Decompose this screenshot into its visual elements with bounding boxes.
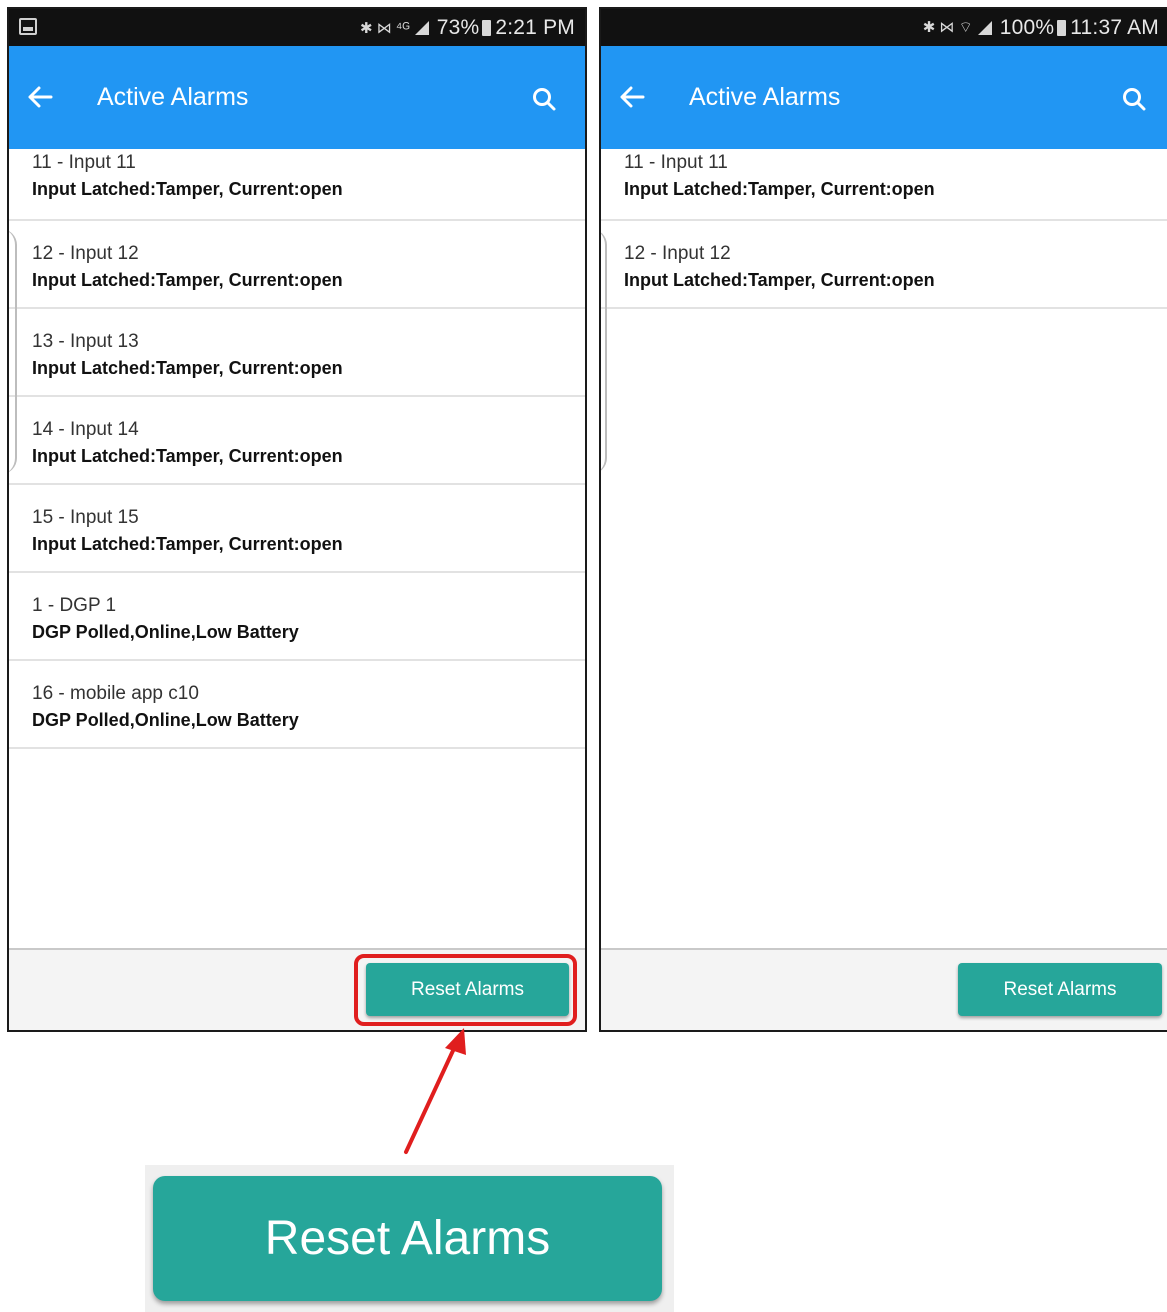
connectivity-icons: ✱ ⋈ ⌔ — [922, 19, 973, 36]
highlight-box — [354, 954, 577, 1026]
reset-alarms-button[interactable]: Reset Alarms — [958, 963, 1162, 1016]
alarm-name: 11 - Input 11 — [32, 152, 136, 173]
alarm-list-item[interactable]: 12 - Input 12 Input Latched:Tamper, Curr… — [9, 221, 585, 309]
signal-icon — [414, 20, 429, 35]
alarm-list-item[interactable]: 11 - Input 11 Input Latched:Tamper, Curr… — [9, 149, 585, 221]
battery-icon — [482, 19, 492, 36]
status-time: 11:37 AM — [1070, 15, 1159, 39]
left-phone-screen: ✱ ⋈ ⁴ᴳ 73% 2:21 PM Active Alarms 11 - In… — [7, 7, 587, 1032]
battery-percent: 100% — [999, 15, 1055, 39]
search-icon[interactable] — [1121, 86, 1147, 112]
alarm-detail: Input Latched:Tamper, Current:open — [32, 358, 343, 378]
alarm-detail: DGP Polled,Online,Low Battery — [32, 622, 299, 642]
zoomed-reset-alarms-button: Reset Alarms — [153, 1176, 662, 1301]
battery-percent: 73% — [436, 15, 480, 39]
edge-decoration — [9, 229, 17, 474]
alarm-list-item[interactable]: 14 - Input 14 Input Latched:Tamper, Curr… — [9, 397, 585, 485]
alarm-name: 15 - Input 15 — [32, 507, 139, 528]
alarm-name: 12 - Input 12 — [32, 243, 139, 264]
alarm-list-item[interactable]: 15 - Input 15 Input Latched:Tamper, Curr… — [9, 485, 585, 573]
alarm-detail: Input Latched:Tamper, Current:open — [32, 270, 343, 290]
alarm-name: 14 - Input 14 — [32, 419, 139, 440]
search-icon[interactable] — [531, 86, 557, 112]
alarm-list: 11 - Input 11 Input Latched:Tamper, Curr… — [601, 149, 1167, 309]
status-bar: ✱ ⋈ ⁴ᴳ 73% 2:21 PM — [9, 9, 585, 46]
alarm-name: 12 - Input 12 — [624, 243, 731, 264]
status-icons: ✱ ⋈ ⌔ — [923, 18, 992, 37]
alarm-name: 1 - DGP 1 — [32, 595, 117, 616]
page-title: Active Alarms — [689, 83, 841, 111]
callout-arrow-icon — [404, 1028, 466, 1154]
alarm-detail: Input Latched:Tamper, Current:open — [624, 270, 935, 290]
bottom-action-bar: Reset Alarms — [601, 948, 1167, 1030]
alarm-name: 16 - mobile app c10 — [32, 683, 199, 704]
alarm-name: 13 - Input 13 — [32, 331, 139, 352]
alarm-list-item[interactable]: 12 - Input 12 Input Latched:Tamper, Curr… — [601, 221, 1167, 309]
alarm-list-item[interactable]: 16 - mobile app c10 DGP Polled,Online,Lo… — [9, 661, 585, 749]
alarm-detail: Input Latched:Tamper, Current:open — [32, 179, 343, 199]
alarm-detail: Input Latched:Tamper, Current:open — [32, 446, 343, 466]
status-icons: ✱ ⋈ ⁴ᴳ — [360, 19, 429, 37]
alarm-list-item[interactable]: 11 - Input 11 Input Latched:Tamper, Curr… — [601, 149, 1167, 221]
alarm-name: 11 - Input 11 — [624, 152, 728, 173]
back-arrow-icon[interactable] — [617, 82, 647, 112]
alarm-detail: DGP Polled,Online,Low Battery — [32, 710, 299, 730]
alarm-detail: Input Latched:Tamper, Current:open — [32, 534, 343, 554]
battery-icon — [1057, 19, 1067, 36]
alarm-list-item[interactable]: 1 - DGP 1 DGP Polled,Online,Low Battery — [9, 573, 585, 661]
back-arrow-icon[interactable] — [25, 82, 55, 112]
alarm-detail: Input Latched:Tamper, Current:open — [624, 179, 935, 199]
page-title: Active Alarms — [97, 83, 249, 111]
app-bar: Active Alarms — [9, 46, 585, 149]
app-bar: Active Alarms — [601, 46, 1167, 149]
connectivity-icons: ✱ ⋈ ⁴ᴳ — [359, 19, 410, 37]
gallery-notification-icon — [19, 18, 37, 35]
status-time: 2:21 PM — [495, 15, 575, 39]
alarm-list: 11 - Input 11 Input Latched:Tamper, Curr… — [9, 149, 585, 749]
right-phone-screen: ✱ ⋈ ⌔ 100% 11:37 AM Active Alarms 11 - I… — [599, 7, 1167, 1032]
signal-icon — [977, 20, 992, 35]
status-bar: ✱ ⋈ ⌔ 100% 11:37 AM — [601, 9, 1167, 46]
edge-decoration — [601, 229, 607, 474]
alarm-list-item[interactable]: 13 - Input 13 Input Latched:Tamper, Curr… — [9, 309, 585, 397]
